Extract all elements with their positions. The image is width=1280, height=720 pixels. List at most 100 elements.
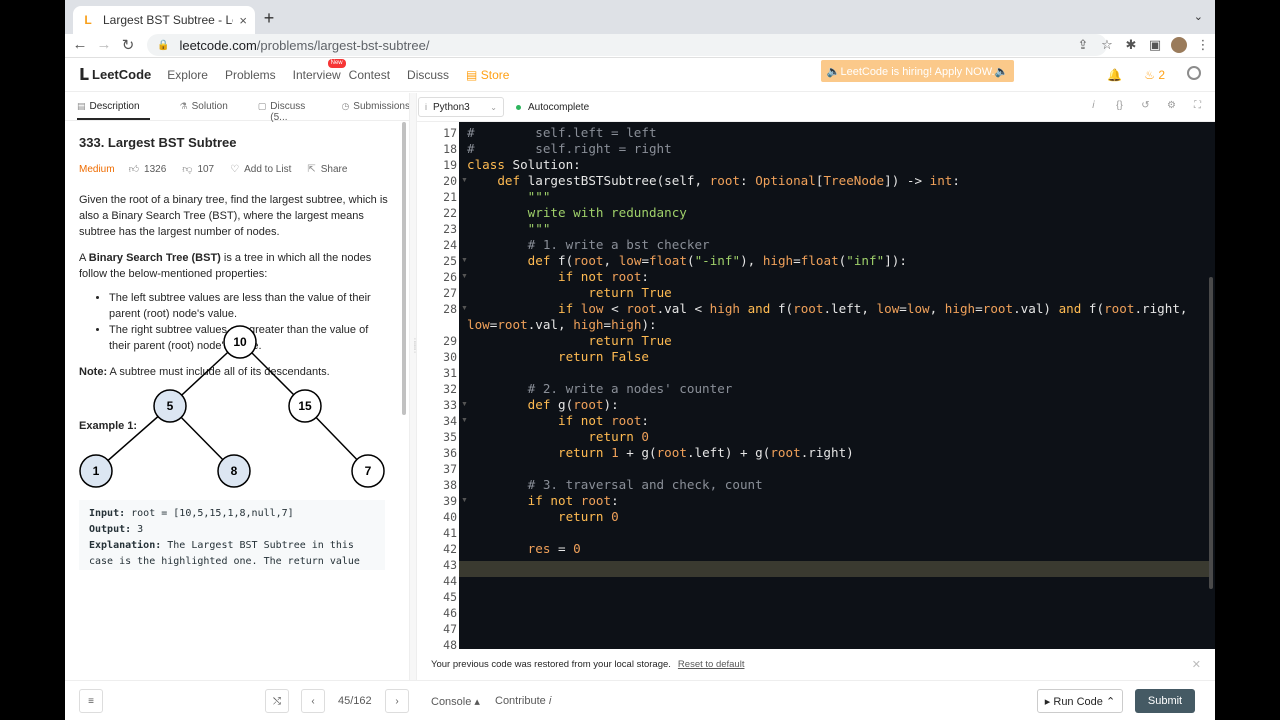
code-line: return True	[588, 285, 672, 300]
language-select[interactable]: i Python3 ⌄	[418, 97, 504, 117]
shuffle-button[interactable]: ⤭	[265, 689, 289, 713]
address-bar-row: ← → ↻ 🔒 leetcode.com/problems/largest-bs…	[65, 34, 1215, 58]
notification-bell-icon[interactable]: 🔔	[1107, 68, 1122, 82]
back-arrow-icon[interactable]: ←	[69, 36, 91, 53]
line-number: 18	[443, 142, 457, 156]
lock-icon: 🔒	[157, 39, 170, 51]
dislike-button[interactable]: 👎︎ 107	[182, 163, 214, 176]
output-label: Output:	[89, 524, 132, 535]
submit-button[interactable]: Submit	[1135, 689, 1195, 713]
line-number: 26	[443, 270, 457, 284]
nav-contest[interactable]: Contest	[349, 68, 390, 82]
browser-tab[interactable]: L Largest BST Subtree - LeetCo ×	[73, 6, 255, 34]
contribute-button[interactable]: Contribute 𝑖	[495, 695, 552, 708]
tree-node-7: 7	[365, 464, 372, 478]
description-scrollbar[interactable]	[402, 122, 406, 415]
description-icon: ▤	[77, 101, 86, 111]
restore-notice-text: Your previous code was restored from you…	[431, 659, 671, 670]
nav-problems[interactable]: Problems	[225, 68, 276, 82]
chevron-down-icon: ⌄	[490, 102, 497, 112]
browser-menu-icon[interactable]: ⋮	[1191, 34, 1215, 60]
line-number: 45	[443, 590, 457, 604]
nav-explore[interactable]: Explore	[167, 68, 208, 82]
tab-submissions[interactable]: ◷ Submissions	[341, 93, 410, 120]
code-line: def largestBSTSubtree(self, root: Option…	[497, 173, 960, 188]
forward-arrow-icon[interactable]: →	[93, 36, 115, 53]
heart-icon: ♡	[230, 163, 240, 175]
close-notice-icon[interactable]: ✕	[1192, 658, 1201, 671]
tab-description[interactable]: ▤ Description	[77, 93, 150, 120]
code-line: def g(root):	[527, 397, 619, 412]
next-problem-button[interactable]: ›	[385, 689, 409, 713]
code-line: def f(root, low=float("-inf"), high=floa…	[527, 253, 907, 268]
line-number: 34	[443, 414, 457, 428]
line-number: 19	[443, 158, 457, 172]
tab-discuss[interactable]: ▢ Discuss (5...	[258, 93, 319, 123]
code-line: return 1 + g(root.left) + g(root.right)	[558, 445, 854, 460]
like-count: 1326	[144, 163, 167, 175]
like-button[interactable]: 👍︎ 1326	[129, 163, 167, 176]
line-number: 42	[443, 542, 457, 556]
info-italic-icon[interactable]: 𝑖	[1088, 100, 1099, 111]
reset-icon[interactable]: ↺	[1140, 100, 1151, 111]
line-number: 41	[443, 526, 457, 540]
leetcode-logo[interactable]: ᒪ LeetCode	[79, 65, 151, 85]
console-button[interactable]: Console ▴	[431, 695, 480, 708]
user-icon[interactable]	[1187, 66, 1201, 83]
tree-node-8: 8	[231, 464, 238, 478]
problem-title: 333. Largest BST Subtree	[79, 135, 237, 150]
url-domain: leetcode.com	[179, 37, 257, 53]
share-page-icon[interactable]: ⇪	[1071, 34, 1095, 60]
difficulty-badge: Medium	[79, 163, 115, 175]
autocomplete-toggle[interactable]: Autocomplete	[516, 102, 589, 113]
share-button[interactable]: ⇱ Share	[307, 164, 347, 175]
hiring-banner[interactable]: 🔈LeetCode is hiring! Apply NOW.🔈	[821, 60, 1014, 82]
line-number: 28	[443, 302, 457, 316]
input-label: Input:	[89, 508, 126, 519]
url-field[interactable]: 🔒 leetcode.com/problems/largest-bst-subt…	[147, 34, 1107, 56]
line-number: 32	[443, 382, 457, 396]
nav-interview[interactable]: Interview New	[293, 58, 346, 82]
tab-solution[interactable]: ⚗ Solution	[180, 93, 228, 120]
code-line: # 2. write a nodes' counter	[467, 381, 733, 396]
extensions-puzzle-icon[interactable]: ✱	[1119, 34, 1143, 60]
new-tab-button[interactable]: +	[259, 8, 279, 29]
run-code-button[interactable]: ▸ Run Code ⌃	[1037, 689, 1123, 713]
nav-store[interactable]: ▤ Store	[466, 68, 509, 82]
panel-resize-handle[interactable]	[409, 93, 417, 680]
profile-avatar[interactable]	[1167, 34, 1191, 60]
bookmark-star-icon[interactable]: ☆	[1095, 34, 1119, 60]
example-output: Output: 3	[89, 522, 375, 538]
output-value: 3	[131, 524, 144, 535]
prev-problem-button[interactable]: ‹	[301, 689, 325, 713]
browser-tab-title: Largest BST Subtree - LeetCo	[103, 13, 233, 27]
description-paragraph-1: Given the root of a binary tree, find th…	[79, 194, 388, 238]
editor-scrollbar[interactable]	[1209, 277, 1213, 589]
sidebar-icon[interactable]: ▣	[1143, 34, 1167, 60]
fullscreen-icon[interactable]: ⛶	[1192, 100, 1203, 111]
nav-discuss[interactable]: Discuss	[407, 68, 449, 82]
line-number: 27	[443, 286, 457, 300]
streak-counter[interactable]: ♨ 2	[1144, 68, 1165, 82]
store-icon: ▤	[466, 67, 478, 82]
reset-to-default-link[interactable]: Reset to default	[678, 659, 745, 670]
code-editor[interactable]: 17 # self.left = left 18 # self.right = rig…	[417, 122, 1215, 649]
add-to-list-button[interactable]: ♡ Add to List	[230, 164, 291, 175]
code-line: # self.right = right	[467, 141, 672, 156]
problem-meta: Medium 👍︎ 1326 👎︎ 107 ♡ Add to List ⇱ Share	[79, 163, 388, 176]
close-tab-icon[interactable]: ×	[239, 13, 247, 28]
line-number: 24	[443, 238, 457, 252]
code-line: low=root.val, high=high):	[467, 317, 657, 332]
line-number: 17	[443, 126, 457, 140]
tab-discuss-label: Discuss (5...	[270, 101, 306, 123]
problems-list-button[interactable]: ≡	[79, 689, 103, 713]
reload-icon[interactable]: ↻	[117, 36, 139, 54]
settings-icon[interactable]: ⚙	[1166, 100, 1177, 111]
tab-search-chevron-icon[interactable]: ⌄	[1194, 10, 1203, 23]
braces-icon[interactable]: {}	[1114, 100, 1125, 111]
editor-action-icons: 𝑖 {} ↺ ⚙ ⛶	[1088, 100, 1203, 111]
